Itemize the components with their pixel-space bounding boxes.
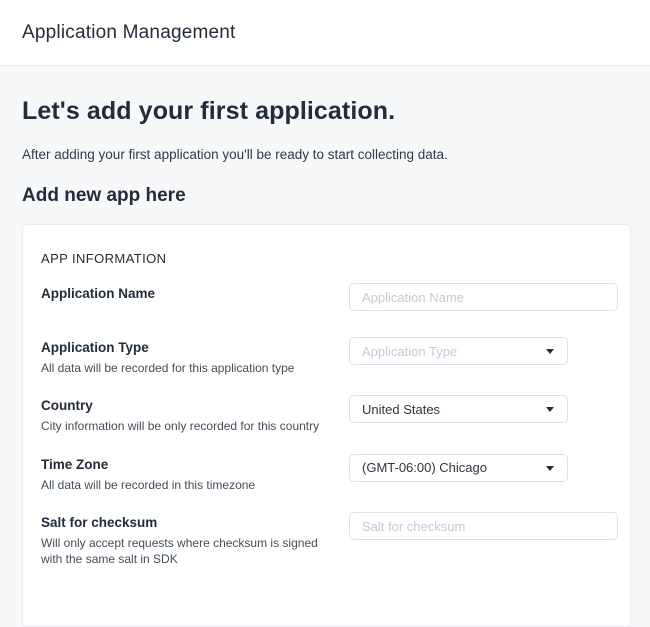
field-control-cell xyxy=(349,512,618,540)
form-section-header: APP INFORMATION xyxy=(41,251,617,266)
field-label-group: Application Type All data will be record… xyxy=(41,337,349,376)
add-app-section-title: Add new app here xyxy=(22,162,628,207)
caret-down-icon xyxy=(546,349,554,354)
field-label: Application Name xyxy=(41,286,349,303)
field-control-cell: United States xyxy=(349,395,568,423)
field-control-cell: (GMT-06:00) Chicago xyxy=(349,454,568,482)
country-select[interactable]: United States xyxy=(349,395,568,423)
form-row-time-zone: Time Zone All data will be recorded in t… xyxy=(41,454,617,493)
app-form-card: APP INFORMATION Application Name Applica… xyxy=(22,224,631,627)
intro-section: Let's add your first application. After … xyxy=(0,66,650,207)
intro-subheading: After adding your first application you'… xyxy=(22,126,628,162)
intro-heading: Let's add your first application. xyxy=(22,66,628,126)
field-label: Country xyxy=(41,398,349,415)
form-fields: Application Name Application Type All da… xyxy=(41,283,617,567)
caret-down-icon xyxy=(546,466,554,471)
field-label-group: Application Name xyxy=(41,283,349,303)
application-name-input[interactable] xyxy=(349,283,618,311)
field-control-cell: Application Type xyxy=(349,337,568,365)
field-control-cell xyxy=(349,283,618,311)
form-row-country: Country City information will be only re… xyxy=(41,395,617,434)
page-title: Application Management xyxy=(22,22,236,44)
time-zone-select[interactable]: (GMT-06:00) Chicago xyxy=(349,454,568,482)
field-helper: Will only accept requests where checksum… xyxy=(41,536,341,567)
field-helper: City information will be only recorded f… xyxy=(41,419,341,435)
field-label-group: Country City information will be only re… xyxy=(41,395,349,434)
country-select-value: United States xyxy=(362,402,440,417)
application-type-select[interactable]: Application Type xyxy=(349,337,568,365)
salt-for-checksum-input[interactable] xyxy=(349,512,618,540)
field-label: Application Type xyxy=(41,340,349,357)
field-helper: All data will be recorded for this appli… xyxy=(41,361,341,377)
topbar: Application Management xyxy=(0,0,650,66)
field-label: Time Zone xyxy=(41,457,349,474)
application-type-select-value: Application Type xyxy=(362,344,457,359)
field-helper: All data will be recorded in this timezo… xyxy=(41,478,341,494)
field-label-group: Salt for checksum Will only accept reque… xyxy=(41,512,349,567)
field-label: Salt for checksum xyxy=(41,515,349,532)
time-zone-select-value: (GMT-06:00) Chicago xyxy=(362,460,487,475)
form-row-application-name: Application Name xyxy=(41,283,617,311)
field-label-group: Time Zone All data will be recorded in t… xyxy=(41,454,349,493)
form-row-salt-for-checksum: Salt for checksum Will only accept reque… xyxy=(41,512,617,567)
form-row-application-type: Application Type All data will be record… xyxy=(41,337,617,376)
caret-down-icon xyxy=(546,407,554,412)
